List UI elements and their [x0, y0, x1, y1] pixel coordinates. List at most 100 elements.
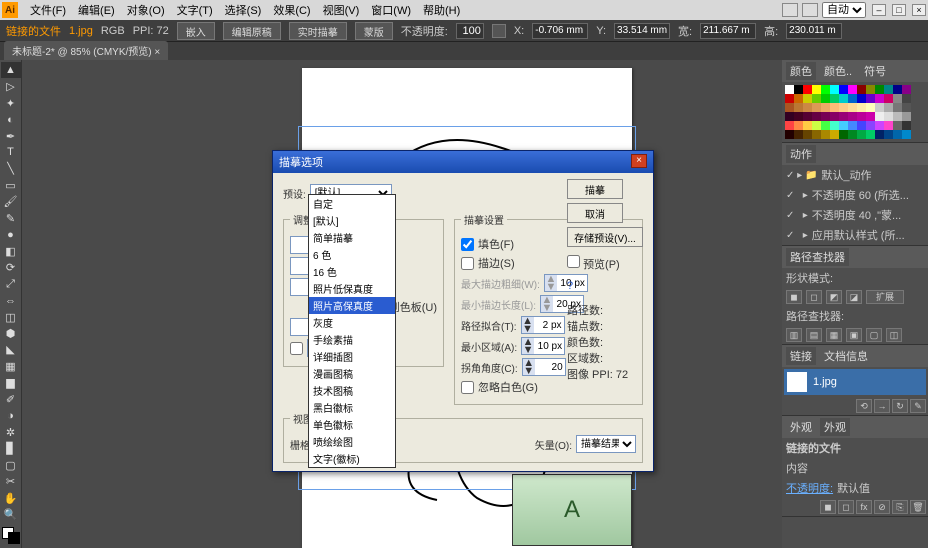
- blob-brush-tool[interactable]: ●: [1, 227, 21, 243]
- preset-option[interactable]: 简单描摹: [309, 229, 395, 246]
- tab-docinfo[interactable]: 文档信息: [820, 347, 872, 365]
- vector-view-select[interactable]: 描摹结果: [576, 435, 636, 453]
- slice-tool[interactable]: ✂: [1, 473, 21, 489]
- minimize-button[interactable]: –: [872, 4, 886, 16]
- artboard-tool[interactable]: ▢: [1, 457, 21, 473]
- embed-button[interactable]: 嵌入: [177, 22, 215, 40]
- swatch[interactable]: [866, 121, 875, 130]
- menu-type[interactable]: 文字(T): [171, 0, 219, 20]
- swatch[interactable]: [821, 94, 830, 103]
- dialog-close-icon[interactable]: ×: [631, 154, 647, 168]
- tab-symbols[interactable]: 符号: [860, 62, 890, 80]
- arrange-icon[interactable]: [802, 3, 818, 17]
- swatch[interactable]: [884, 130, 893, 139]
- tab-pathfinder[interactable]: 路径查找器: [786, 248, 849, 266]
- swatch[interactable]: [893, 112, 902, 121]
- help-icon[interactable]: ?: [567, 280, 643, 292]
- swatch[interactable]: [830, 130, 839, 139]
- swatch[interactable]: [812, 103, 821, 112]
- swatch[interactable]: [821, 112, 830, 121]
- swatch[interactable]: [839, 85, 848, 94]
- dialog-titlebar[interactable]: 描摹选项 ×: [273, 151, 653, 173]
- preset-option[interactable]: 漫画图稿: [309, 365, 395, 382]
- swatch[interactable]: [866, 103, 875, 112]
- preset-option[interactable]: 文字(徽标): [309, 450, 395, 467]
- swatch[interactable]: [857, 112, 866, 121]
- fill-stroke-control[interactable]: [2, 527, 20, 544]
- menu-window[interactable]: 窗口(W): [365, 0, 417, 20]
- swatch[interactable]: [785, 130, 794, 139]
- swatch[interactable]: [830, 103, 839, 112]
- swatch[interactable]: [875, 130, 884, 139]
- preset-option[interactable]: 黑白徽标: [309, 399, 395, 416]
- direct-selection-tool[interactable]: ▷: [1, 78, 21, 94]
- divide-icon[interactable]: ▥: [786, 328, 802, 342]
- swatch[interactable]: [893, 94, 902, 103]
- swatch[interactable]: [848, 121, 857, 130]
- floating-thumbnail[interactable]: A: [512, 474, 632, 546]
- zoom-tool[interactable]: 🔍: [1, 506, 21, 522]
- swatch[interactable]: [884, 103, 893, 112]
- swatch[interactable]: [803, 130, 812, 139]
- swatch[interactable]: [884, 112, 893, 121]
- menu-effect[interactable]: 效果(C): [267, 0, 316, 20]
- lasso-tool[interactable]: ◐: [1, 111, 21, 127]
- preset-option[interactable]: 16 色: [309, 263, 395, 280]
- swatch[interactable]: [785, 121, 794, 130]
- swatch[interactable]: [875, 85, 884, 94]
- magic-wand-tool[interactable]: ✦: [1, 95, 21, 111]
- trash-icon[interactable]: 🗑: [910, 500, 926, 514]
- swatch[interactable]: [785, 85, 794, 94]
- fill-checkbox[interactable]: [461, 238, 474, 251]
- swatch[interactable]: [803, 85, 812, 94]
- trace-button[interactable]: 描摹: [567, 179, 623, 199]
- x-input[interactable]: [532, 23, 588, 39]
- swatch[interactable]: [848, 103, 857, 112]
- swatch[interactable]: [857, 103, 866, 112]
- menu-object[interactable]: 对象(O): [121, 0, 171, 20]
- exclude-icon[interactable]: ◪: [846, 290, 862, 304]
- swatch[interactable]: [893, 85, 902, 94]
- tab-color[interactable]: 颜色: [786, 62, 816, 80]
- swatch[interactable]: [821, 103, 830, 112]
- rotate-tool[interactable]: ⟳: [1, 259, 21, 275]
- h-input[interactable]: [786, 23, 842, 39]
- swatch[interactable]: [794, 85, 803, 94]
- ref-point-icon[interactable]: [492, 24, 506, 38]
- tab-actions[interactable]: 动作: [786, 145, 816, 163]
- swatch[interactable]: [830, 94, 839, 103]
- swatch[interactable]: [812, 112, 821, 121]
- swatch[interactable]: [848, 112, 857, 121]
- swatch[interactable]: [902, 85, 911, 94]
- type-tool[interactable]: T: [1, 144, 21, 160]
- swatch[interactable]: [839, 112, 848, 121]
- expand-button[interactable]: 扩展: [866, 290, 904, 304]
- swatch[interactable]: [902, 130, 911, 139]
- menu-view[interactable]: 视图(V): [317, 0, 366, 20]
- new-stroke-icon[interactable]: ◻: [838, 500, 854, 514]
- swatch[interactable]: [785, 112, 794, 121]
- duplicate-icon[interactable]: ⎘: [892, 500, 908, 514]
- mesh-tool[interactable]: ▦: [1, 358, 21, 374]
- swatch[interactable]: [830, 121, 839, 130]
- swatch[interactable]: [866, 94, 875, 103]
- outline-icon[interactable]: ▢: [866, 328, 882, 342]
- line-tool[interactable]: ╲: [1, 161, 21, 177]
- swatch[interactable]: [794, 112, 803, 121]
- y-input[interactable]: [614, 23, 670, 39]
- swatch[interactable]: [902, 94, 911, 103]
- swatch[interactable]: [821, 121, 830, 130]
- swatch[interactable]: [785, 103, 794, 112]
- action-item[interactable]: ✓ ▸ 不透明度 40 ,"蒙...: [782, 205, 928, 225]
- action-item[interactable]: ✓ ▸ 应用默认样式 (所...: [782, 225, 928, 245]
- swatch[interactable]: [866, 130, 875, 139]
- swatch[interactable]: [884, 85, 893, 94]
- column-graph-tool[interactable]: ▊: [1, 440, 21, 456]
- update-link-icon[interactable]: ↻: [892, 399, 908, 413]
- perspective-tool[interactable]: ◣: [1, 342, 21, 358]
- action-item[interactable]: ✓ ▸ 不透明度 60 (所选...: [782, 185, 928, 205]
- swatch[interactable]: [857, 94, 866, 103]
- preset-option[interactable]: [默认]: [309, 212, 395, 229]
- add-effect-icon[interactable]: fx: [856, 500, 872, 514]
- tab-links[interactable]: 链接: [786, 347, 816, 365]
